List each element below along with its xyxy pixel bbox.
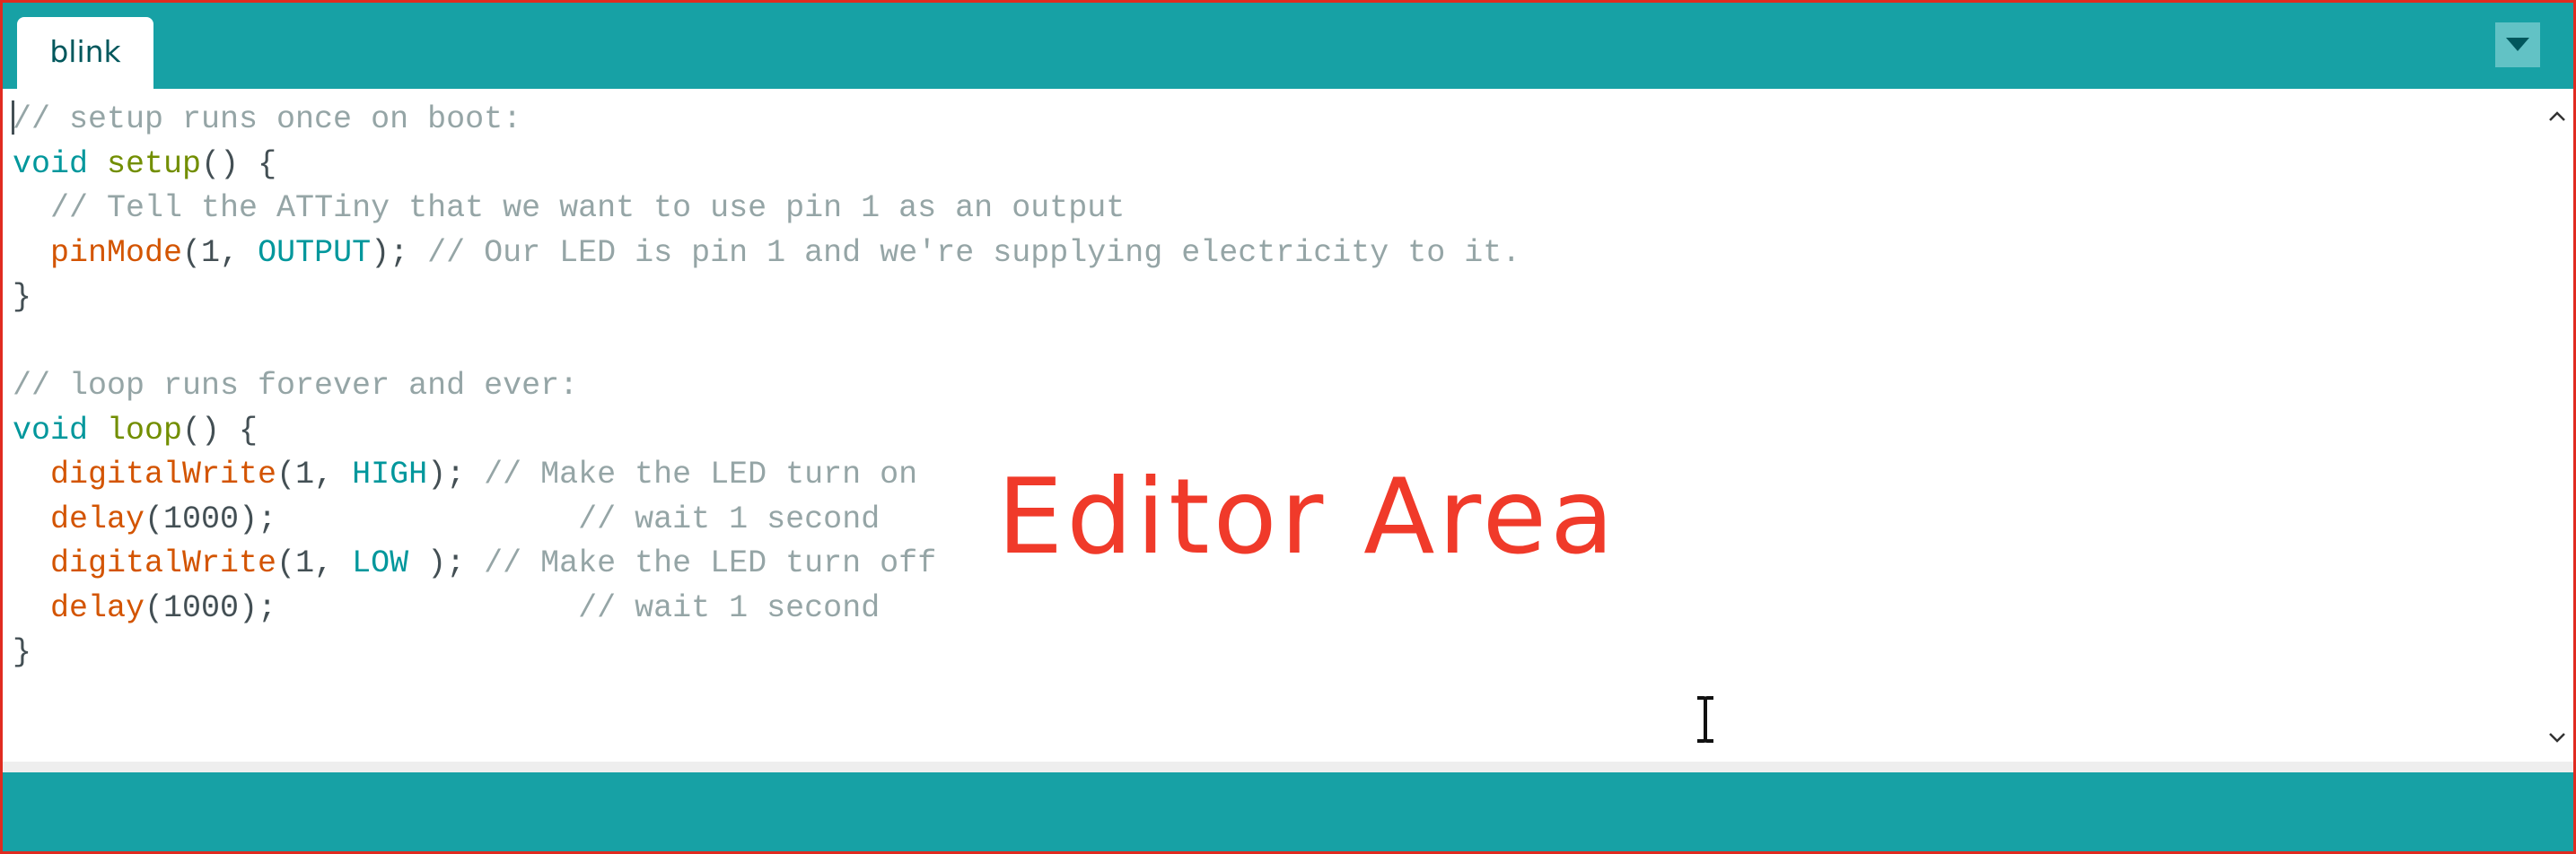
code-token-keyword: void <box>13 412 89 449</box>
chevron-down-icon <box>2549 733 2565 743</box>
code-line[interactable]: void setup() { <box>13 143 1520 187</box>
console-toolbar <box>3 772 2573 851</box>
code-token-plain: ); <box>408 545 485 581</box>
code-text[interactable]: // setup runs once on boot: void setup() … <box>13 98 1520 675</box>
code-line[interactable]: // Tell the ATTiny that we want to use p… <box>13 187 1520 231</box>
triangle-down-icon <box>2506 38 2529 51</box>
code-token-plain: ); <box>371 234 428 271</box>
code-token-builtin: delay <box>50 589 145 626</box>
code-token-plain: (1, <box>276 457 353 492</box>
code-line[interactable]: void loop() { <box>13 409 1520 454</box>
code-token-plain: (1000); <box>145 589 579 626</box>
code-token-function: setup <box>107 145 202 182</box>
chevron-up-icon <box>2549 111 2565 121</box>
ibeam-cursor-icon <box>1697 696 1713 743</box>
code-token-plain: ); <box>427 457 485 492</box>
tab-label: blink <box>49 33 121 69</box>
code-line[interactable]: // setup runs once on boot: <box>13 98 1520 143</box>
code-token-plain: (1, <box>276 545 353 581</box>
text-caret <box>12 100 14 135</box>
code-token-constant: LOW <box>352 545 409 581</box>
editor-area-annotation: Editor Area <box>997 457 1618 578</box>
code-token-comment: // Make the LED turn on <box>484 457 918 492</box>
arduino-ide-window: blink // setup runs once on boot: void se… <box>0 0 2576 854</box>
tab-menu-button[interactable] <box>2495 22 2540 67</box>
code-token-comment: // wait 1 second <box>578 501 881 537</box>
code-token-builtin: digitalWrite <box>50 545 277 581</box>
code-token-constant: HIGH <box>352 457 428 492</box>
code-token-builtin: pinMode <box>50 234 183 271</box>
code-token-plain: (1000); <box>145 501 579 537</box>
code-token-comment: // setup runs once on boot: <box>13 101 522 137</box>
code-token-constant: OUTPUT <box>258 234 372 271</box>
code-token-comment: // Make the LED turn off <box>484 545 937 581</box>
code-line[interactable]: } <box>13 275 1520 320</box>
code-line[interactable]: pinMode(1, OUTPUT); // Our LED is pin 1 … <box>13 231 1520 276</box>
code-token-plain: () { <box>201 145 277 182</box>
scroll-up-button[interactable] <box>2541 103 2573 130</box>
horizontal-scrollbar-track[interactable] <box>3 762 2573 772</box>
code-line[interactable]: } <box>13 631 1520 675</box>
code-token-plain: } <box>13 634 32 670</box>
code-token-comment: // loop runs forever and ever: <box>13 368 579 404</box>
code-token-builtin: delay <box>50 501 145 537</box>
scroll-down-button[interactable] <box>2541 724 2573 751</box>
code-line[interactable]: delay(1000); // wait 1 second <box>13 587 1520 632</box>
vertical-scrollbar[interactable] <box>2541 91 2573 762</box>
code-token-plain: () { <box>182 412 258 449</box>
code-editor[interactable]: // setup runs once on boot: void setup() … <box>3 91 2541 762</box>
code-token-plain: } <box>13 279 32 315</box>
code-token-comment: // wait 1 second <box>578 589 881 626</box>
code-token-comment: // Tell the ATTiny that we want to use p… <box>50 190 1126 226</box>
code-line[interactable] <box>13 320 1520 365</box>
code-token-comment: // Our LED is pin 1 and we're supplying … <box>427 234 1521 271</box>
code-token-builtin: digitalWrite <box>50 457 277 492</box>
code-line[interactable]: // loop runs forever and ever: <box>13 364 1520 409</box>
tab-blink[interactable]: blink <box>17 17 153 91</box>
editor-tab-bar: blink <box>3 3 2573 91</box>
code-token-function: loop <box>107 412 183 449</box>
code-token-keyword: void <box>13 145 89 182</box>
code-token-plain: (1, <box>182 234 258 271</box>
